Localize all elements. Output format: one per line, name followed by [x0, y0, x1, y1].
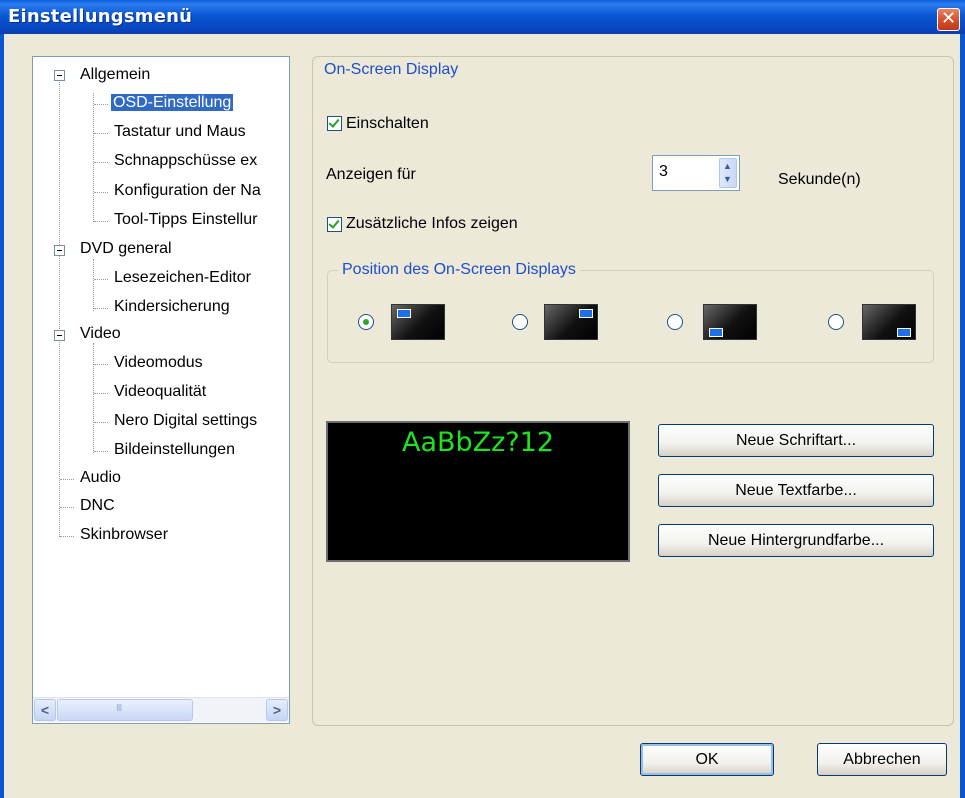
- window-border-left: [0, 34, 4, 798]
- chevron-left-icon: <: [40, 702, 50, 718]
- chevron-right-icon: >: [272, 702, 282, 718]
- tree-connector: [60, 507, 74, 508]
- tree-item-osd-einstellung[interactable]: OSD-Einstellung: [109, 92, 235, 114]
- position-bottom-left-icon: [703, 304, 757, 340]
- tree-item-videomodus[interactable]: Videomodus: [114, 352, 203, 374]
- close-icon: ✕: [940, 8, 957, 29]
- tree-item-video[interactable]: Video: [80, 323, 121, 345]
- tree-connector: [94, 221, 108, 222]
- tree-connector: [60, 536, 74, 537]
- show-for-label: Anzeigen für: [326, 166, 416, 183]
- tree-connector: [94, 133, 108, 134]
- tree-item-skinbrowser[interactable]: Skinbrowser: [80, 524, 168, 546]
- settings-panel: [312, 56, 954, 726]
- window-title: Einstellungsmenü: [8, 6, 193, 27]
- collapse-icon[interactable]: [54, 70, 65, 81]
- spin-down-icon[interactable]: ▼: [723, 174, 732, 184]
- position-top-right-icon: [544, 304, 598, 340]
- position-bottom-right-icon: [862, 304, 916, 340]
- tree-connector: [93, 259, 94, 311]
- tree-item-tastatur-maus[interactable]: Tastatur und Maus: [114, 121, 246, 143]
- duration-spinner[interactable]: 3 ▲ ▼: [652, 155, 740, 191]
- tree-item-bildeinstellungen[interactable]: Bildeinstellungen: [114, 439, 235, 461]
- new-background-color-button[interactable]: Neue Hintergrundfarbe...: [658, 524, 934, 557]
- tree-connector: [94, 308, 108, 309]
- position-bottom-left-radio[interactable]: [667, 314, 683, 330]
- ok-button[interactable]: OK: [640, 743, 774, 776]
- position-group-title: Position des On-Screen Displays: [338, 261, 580, 279]
- duration-value: 3: [659, 163, 668, 180]
- tree-item-nero-digital[interactable]: Nero Digital settings: [114, 410, 257, 432]
- tree-item-dvd-general[interactable]: DVD general: [80, 238, 172, 260]
- window-border-right: [960, 34, 965, 798]
- tree-connector: [93, 343, 94, 453]
- close-button[interactable]: ✕: [937, 8, 960, 31]
- extra-info-checkbox[interactable]: [327, 217, 342, 232]
- enable-checkbox[interactable]: [327, 116, 342, 131]
- title-bar[interactable]: Einstellungsmenü ✕: [0, 0, 965, 34]
- scroll-left-button[interactable]: <: [34, 699, 56, 721]
- tree-item-dnc[interactable]: DNC: [80, 495, 115, 517]
- tree-item-audio[interactable]: Audio: [80, 467, 121, 489]
- tree-item-tool-tipps[interactable]: Tool-Tipps Einstellur: [114, 209, 257, 231]
- collapse-icon[interactable]: [54, 245, 65, 256]
- scroll-thumb[interactable]: III: [57, 699, 193, 721]
- tree-item-konfiguration[interactable]: Konfiguration der Na: [114, 180, 261, 202]
- tree-horizontal-scrollbar[interactable]: < III >: [33, 697, 289, 722]
- position-top-left-radio[interactable]: [358, 314, 374, 330]
- scroll-right-button[interactable]: >: [266, 699, 288, 721]
- tree-connector: [94, 422, 108, 423]
- tree-connector: [59, 79, 60, 537]
- tree-connector: [94, 104, 108, 105]
- collapse-icon[interactable]: [54, 330, 65, 341]
- tree-connector: [60, 479, 74, 480]
- spin-up-icon[interactable]: ▲: [723, 161, 732, 171]
- settings-tree[interactable]: Allgemein OSD-Einstellung Tastatur und M…: [32, 56, 290, 724]
- tree-item-lesezeichen-editor[interactable]: Lesezeichen-Editor: [114, 267, 251, 289]
- grip-icon: III: [116, 703, 122, 714]
- osd-preview: AaBbZz?12: [326, 421, 630, 562]
- new-text-color-button[interactable]: Neue Textfarbe...: [658, 474, 934, 507]
- tree-item-allgemein[interactable]: Allgemein: [80, 64, 150, 86]
- tree-connector: [94, 393, 108, 394]
- tree-item-schnappschuesse[interactable]: Schnappschüsse ex: [114, 150, 257, 172]
- position-bottom-right-radio[interactable]: [828, 314, 844, 330]
- tree-item-videoqualitaet[interactable]: Videoqualität: [114, 381, 206, 403]
- tree-connector: [94, 364, 108, 365]
- tree-connector: [94, 162, 108, 163]
- new-font-button[interactable]: Neue Schriftart...: [658, 424, 934, 457]
- tree-connector: [94, 451, 108, 452]
- osd-group-title: On-Screen Display: [320, 61, 463, 79]
- cancel-button[interactable]: Abbrechen: [817, 743, 947, 776]
- spinner-buttons[interactable]: ▲ ▼: [719, 158, 737, 188]
- preview-text: AaBbZz?12: [401, 427, 555, 458]
- tree-connector: [94, 192, 108, 193]
- position-top-right-radio[interactable]: [512, 314, 528, 330]
- position-top-left-icon: [391, 304, 445, 340]
- seconds-label: Sekunde(n): [778, 171, 861, 188]
- tree-item-kindersicherung[interactable]: Kindersicherung: [114, 296, 230, 318]
- extra-info-label: Zusätzliche Infos zeigen: [346, 215, 518, 232]
- tree-connector: [94, 279, 108, 280]
- enable-label: Einschalten: [346, 115, 429, 132]
- tree-connector: [93, 93, 94, 222]
